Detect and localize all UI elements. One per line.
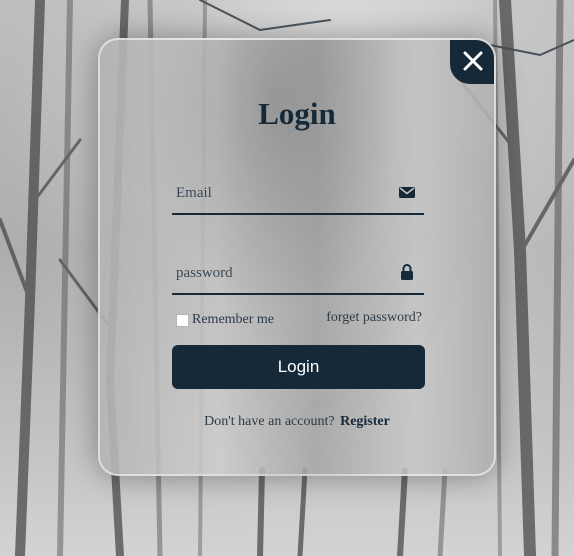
password-field (172, 253, 424, 295)
remember-label: Remember me (192, 312, 275, 327)
close-icon (463, 51, 483, 71)
register-line: Don't have an account? Register (100, 414, 494, 430)
forgot-password-link[interactable]: forget password? (326, 310, 422, 326)
login-card: Login Remember me forget password? Login… (98, 38, 496, 476)
lock-icon (401, 264, 413, 280)
mail-icon (399, 187, 415, 198)
login-button[interactable]: Login (172, 345, 425, 389)
password-input[interactable] (172, 253, 424, 293)
login-title: Login (258, 96, 336, 131)
remember-me[interactable]: Remember me (176, 312, 274, 328)
remember-checkbox[interactable] (176, 313, 189, 327)
email-field (172, 173, 424, 215)
email-input[interactable] (172, 173, 424, 213)
register-prompt: Don't have an account? (204, 414, 335, 429)
register-link[interactable]: Register (340, 414, 390, 429)
close-button[interactable] (450, 40, 494, 84)
